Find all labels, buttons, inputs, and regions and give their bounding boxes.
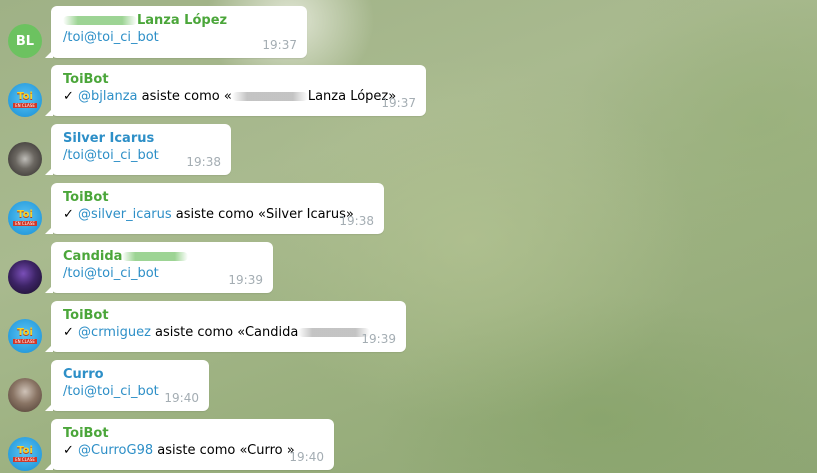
mention-link[interactable]: @crmiguez — [78, 325, 151, 340]
sender-name: Lanza López — [137, 13, 228, 28]
mention-link[interactable]: @CurroG98 — [78, 443, 153, 458]
message-row: Toi EN CLASE ToiBot ✓ @CurroG98 asiste c… — [0, 419, 817, 471]
avatar[interactable]: Toi EN CLASE — [8, 83, 42, 117]
message-row: Silver Icarus /toi@toi_ci_bot 19:38 — [0, 124, 817, 176]
avatar-logo-text: Toi — [17, 445, 33, 456]
avatar[interactable]: Toi EN CLASE — [8, 437, 42, 471]
avatar-logo-text: Toi — [17, 209, 33, 220]
message-time: 19:38 — [186, 155, 221, 169]
avatar-logo-subtext: EN CLASE — [13, 221, 37, 226]
message-bubble[interactable]: Lanza López /toi@toi_ci_bot 19:37 — [45, 6, 307, 58]
message-bubble[interactable]: Candida /toi@toi_ci_bot 19:39 — [45, 242, 273, 293]
message-text: asiste como «Candida — [150, 325, 299, 340]
message-time: 19:39 — [361, 332, 396, 346]
message-time: 19:37 — [381, 96, 416, 110]
avatar[interactable]: Toi EN CLASE — [8, 319, 42, 353]
avatar-logo-text: Toi — [17, 91, 33, 102]
message-text: asiste como « — [137, 89, 232, 104]
message-sender[interactable]: Candida — [63, 248, 261, 265]
message-sender[interactable]: ToiBot — [63, 189, 372, 206]
message-sender[interactable]: Curro — [63, 366, 197, 383]
avatar-logo-subtext: EN CLASE — [13, 457, 37, 462]
message-time: 19:40 — [289, 450, 324, 464]
message-time: 19:40 — [164, 391, 199, 405]
avatar[interactable] — [8, 260, 42, 294]
message-row: Toi EN CLASE ToiBot ✓ @silver_icarus asi… — [0, 183, 817, 235]
message-row: BL Lanza López /toi@toi_ci_bot 19:37 — [0, 6, 817, 58]
redacted-name — [122, 252, 189, 261]
avatar-logo-subtext: EN CLASE — [13, 339, 37, 344]
message-bubble[interactable]: ToiBot ✓ @silver_icarus asiste como «Sil… — [45, 183, 384, 234]
avatar[interactable]: BL — [8, 24, 42, 58]
check-mark: ✓ — [63, 443, 74, 458]
mention-link[interactable]: @silver_icarus — [78, 207, 172, 222]
avatar[interactable]: Toi EN CLASE — [8, 201, 42, 235]
check-mark: ✓ — [63, 207, 74, 222]
chat-history: BL Lanza López /toi@toi_ci_bot 19:37 Toi… — [0, 0, 817, 473]
redacted-name — [63, 16, 137, 25]
message-bubble[interactable]: ToiBot ✓ @CurroG98 asiste como «Curro » … — [45, 419, 334, 470]
message-row: Curro /toi@toi_ci_bot 19:40 — [0, 360, 817, 412]
message-bubble[interactable]: ToiBot ✓ @bjlanza asiste como «Lanza Lóp… — [45, 65, 426, 116]
message-time: 19:39 — [228, 273, 263, 287]
avatar-logo-text: Toi — [17, 327, 33, 338]
check-mark: ✓ — [63, 89, 74, 104]
message-text: asiste como «Silver Icarus» — [171, 207, 354, 222]
check-mark: ✓ — [63, 325, 74, 340]
bot-command-link[interactable]: /toi@toi_ci_bot — [63, 30, 159, 45]
avatar[interactable] — [8, 378, 42, 412]
redacted-name — [298, 328, 371, 337]
message-sender[interactable]: Silver Icarus — [63, 130, 219, 147]
message-sender[interactable]: ToiBot — [63, 425, 322, 442]
message-bubble[interactable]: Curro /toi@toi_ci_bot 19:40 — [45, 360, 209, 411]
message-bubble[interactable]: Silver Icarus /toi@toi_ci_bot 19:38 — [45, 124, 231, 175]
message-row: Candida /toi@toi_ci_bot 19:39 — [0, 242, 817, 294]
bot-command-link[interactable]: /toi@toi_ci_bot — [63, 148, 159, 163]
message-bubble[interactable]: ToiBot ✓ @crmiguez asiste como «Candida … — [45, 301, 406, 352]
redacted-name — [231, 92, 308, 101]
bot-command-link[interactable]: /toi@toi_ci_bot — [63, 384, 159, 399]
message-sender[interactable]: ToiBot — [63, 307, 394, 324]
message-row: Toi EN CLASE ToiBot ✓ @bjlanza asiste co… — [0, 65, 817, 117]
sender-name: Candida — [63, 249, 123, 264]
message-text: asiste como «Curro » — [153, 443, 295, 458]
avatar-logo-subtext: EN CLASE — [13, 103, 37, 108]
bot-command-link[interactable]: /toi@toi_ci_bot — [63, 266, 159, 281]
mention-link[interactable]: @bjlanza — [78, 89, 137, 104]
message-time: 19:37 — [262, 38, 297, 52]
message-sender[interactable]: ToiBot — [63, 71, 414, 88]
message-row: Toi EN CLASE ToiBot ✓ @crmiguez asiste c… — [0, 301, 817, 353]
message-time: 19:38 — [339, 214, 374, 228]
avatar[interactable] — [8, 142, 42, 176]
message-sender[interactable]: Lanza López — [63, 12, 295, 29]
